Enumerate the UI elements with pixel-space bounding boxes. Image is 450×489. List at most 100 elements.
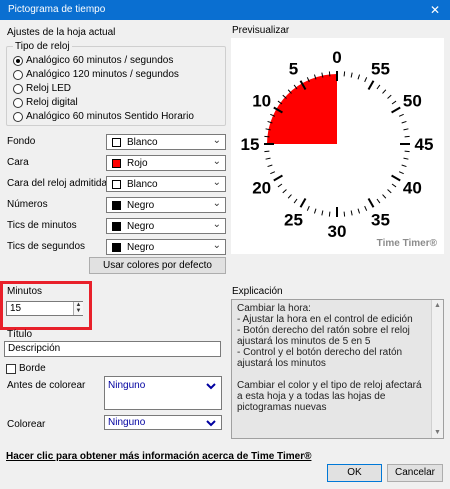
color-swatch xyxy=(112,201,121,210)
ok-button[interactable]: OK xyxy=(327,464,382,482)
before-color-select[interactable]: Ninguno xyxy=(104,376,222,410)
radio-button[interactable] xyxy=(13,98,23,108)
border-label: Borde xyxy=(19,363,46,374)
color-value: Negro xyxy=(127,221,155,232)
chevron-down-icon xyxy=(206,383,216,390)
major-tick xyxy=(391,174,401,182)
minor-tick xyxy=(282,189,287,194)
chevron-down-icon: ⌄ xyxy=(212,240,221,251)
explanation-scrollbar[interactable]: ▲ ▼ xyxy=(431,300,443,438)
color-value: Rojo xyxy=(127,158,148,169)
minor-tick xyxy=(350,72,353,78)
time-timer-info-link[interactable]: Hacer clic para obtener más información … xyxy=(6,451,311,462)
radio-button[interactable] xyxy=(13,56,23,66)
clock-type-label: Tipo de reloj xyxy=(13,41,72,52)
minor-tick xyxy=(401,164,407,168)
clock-number: 50 xyxy=(403,92,422,111)
close-icon[interactable]: ✕ xyxy=(420,0,450,20)
color-swatch xyxy=(112,222,121,231)
minor-tick xyxy=(403,128,409,131)
minor-tick xyxy=(264,150,270,153)
color-select-dropdown[interactable]: Negro ⌄ xyxy=(106,197,226,213)
clock-number: 30 xyxy=(328,222,347,241)
color-value: Negro xyxy=(127,242,155,253)
cancel-button[interactable]: Cancelar xyxy=(387,464,443,482)
explanation-box: Cambiar la hora: - Ajustar la hora en el… xyxy=(231,299,444,439)
minor-tick xyxy=(376,84,381,90)
minor-tick xyxy=(382,89,387,94)
scroll-down-icon[interactable]: ▼ xyxy=(434,429,441,436)
clock-type-option-label: Analógico 60 minutos Sentido Horario xyxy=(26,111,194,122)
minor-tick xyxy=(321,210,324,216)
explanation-text: Cambiar la hora: - Ajustar la hora en el… xyxy=(237,303,422,413)
clock-number: 45 xyxy=(415,135,434,154)
clock-type-option-label: Analógico 60 minutos / segundos xyxy=(26,55,174,66)
minor-tick xyxy=(293,198,298,204)
color-value: Blanco xyxy=(127,179,158,190)
use-default-colors-button[interactable]: Usar colores por defecto xyxy=(89,257,226,274)
radio-button[interactable] xyxy=(13,112,23,122)
minor-tick xyxy=(398,171,404,175)
clock-number: 0 xyxy=(332,48,341,67)
clock-number: 10 xyxy=(252,92,271,111)
clock-number: 35 xyxy=(371,210,390,229)
color-row-label: Números xyxy=(7,199,48,210)
color-select-dropdown[interactable]: Blanco ⌄ xyxy=(106,176,226,192)
title-value: Descripción xyxy=(8,343,61,354)
minor-tick xyxy=(328,71,331,77)
chevron-down-icon: ⌄ xyxy=(212,198,221,209)
radio-button[interactable] xyxy=(13,84,23,94)
minor-tick xyxy=(350,210,353,216)
minor-tick xyxy=(387,189,392,194)
minor-tick xyxy=(343,71,346,77)
minor-tick xyxy=(404,150,410,153)
color-label: Colorear xyxy=(7,419,46,430)
clock-type-option-label: Reloj digital xyxy=(26,97,78,108)
color-swatch xyxy=(112,243,121,252)
radio-button[interactable] xyxy=(13,70,23,80)
window-title: Pictograma de tiempo xyxy=(8,4,106,15)
minutes-field[interactable]: 15 xyxy=(6,301,83,316)
color-swatch xyxy=(112,180,121,189)
color-select-dropdown[interactable]: Negro ⌄ xyxy=(106,239,226,255)
color-value: Blanco xyxy=(127,137,158,148)
clock-number: 20 xyxy=(252,179,271,198)
minor-tick xyxy=(391,183,397,188)
minor-tick xyxy=(401,120,407,124)
clock-number: 5 xyxy=(289,60,298,79)
color-row-label: Tics de segundos xyxy=(7,241,86,252)
chevron-down-icon: ⌄ xyxy=(212,156,221,167)
border-checkbox[interactable] xyxy=(6,364,16,374)
chevron-down-icon: ⌄ xyxy=(212,219,221,230)
color-select-dropdown[interactable]: Blanco ⌄ xyxy=(106,134,226,150)
preview-label: Previsualizar xyxy=(232,25,290,36)
color-select[interactable]: Ninguno xyxy=(104,415,222,430)
minor-tick xyxy=(391,100,397,105)
chevron-down-icon xyxy=(206,420,216,427)
color-swatch xyxy=(112,159,121,168)
major-tick xyxy=(299,198,307,208)
clock-number: 15 xyxy=(241,135,260,154)
minor-tick xyxy=(277,183,283,188)
minutes-label: Minutos xyxy=(7,286,43,297)
color-row-label: Cara xyxy=(7,157,29,168)
minor-tick xyxy=(404,135,410,138)
major-tick xyxy=(391,106,401,114)
chevron-down-icon: ⌄ xyxy=(212,177,221,188)
before-color-value: Ninguno xyxy=(108,380,146,391)
scroll-up-icon[interactable]: ▲ xyxy=(434,302,441,309)
title-bar: Pictograma de tiempo ✕ xyxy=(0,0,450,20)
color-row-label: Fondo xyxy=(7,136,36,147)
color-select-dropdown[interactable]: Rojo ⌄ xyxy=(106,155,226,171)
clock-face: 0 5 10 15 20 25 30 35 40 45 50 55 xyxy=(241,48,434,241)
minor-tick xyxy=(313,208,317,214)
color-select-dropdown[interactable]: Negro ⌄ xyxy=(106,218,226,234)
color-row-label: Cara del reloj admitida xyxy=(7,178,108,189)
sheet-settings-label: Ajustes de la hoja actual xyxy=(7,27,116,38)
before-color-label: Antes de colorear xyxy=(7,380,86,391)
minor-tick xyxy=(270,171,276,175)
minutes-spinner[interactable]: ▲ ▼ xyxy=(73,302,83,315)
minor-tick xyxy=(382,194,387,199)
color-select-value: Ninguno xyxy=(108,417,146,428)
title-input[interactable]: Descripción xyxy=(4,341,221,357)
